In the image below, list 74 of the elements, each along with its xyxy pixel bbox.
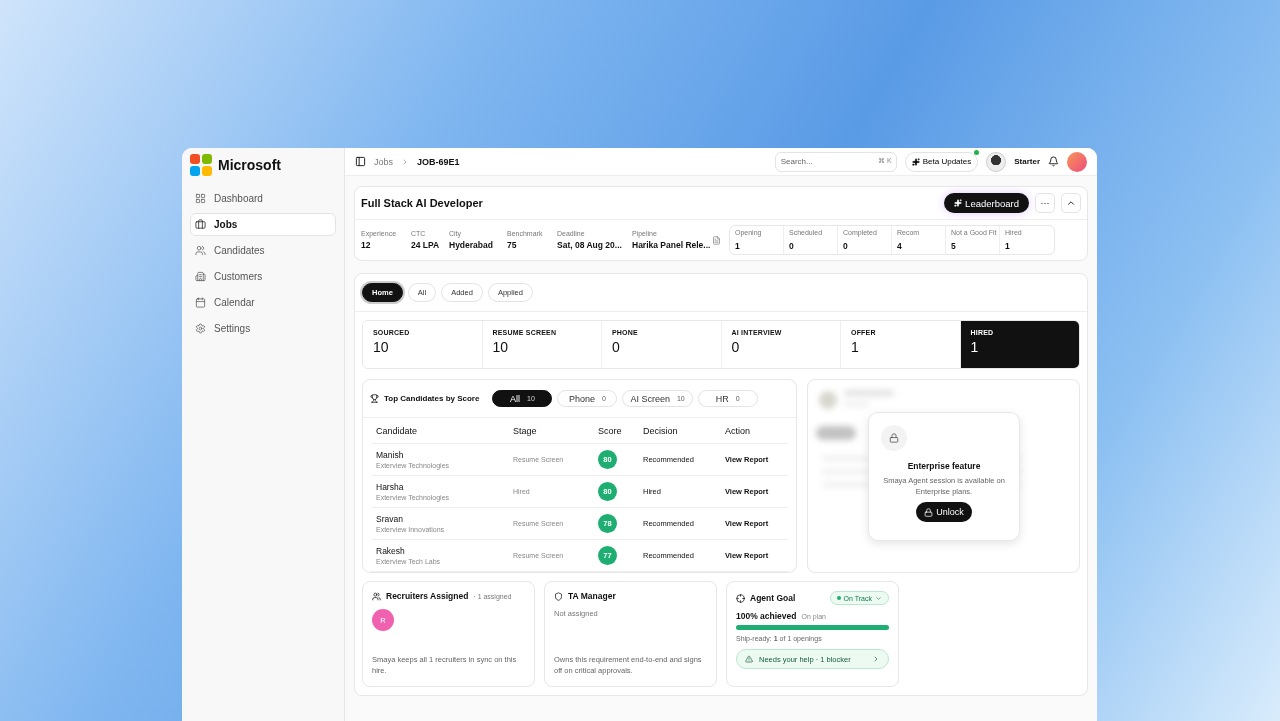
detail-value: Harika Panel Rele... bbox=[632, 240, 712, 250]
sidebar-item[interactable]: Candidates bbox=[190, 239, 336, 262]
lock-icon bbox=[924, 507, 934, 517]
sidebar-item[interactable]: Settings bbox=[190, 317, 336, 340]
warning-icon bbox=[745, 655, 753, 663]
leaderboard-button[interactable]: Leaderboard bbox=[944, 193, 1029, 213]
card-title: TA Manager bbox=[568, 591, 616, 601]
sidebar-item[interactable]: Customers bbox=[190, 265, 336, 288]
beta-updates-button[interactable]: Beta Updates bbox=[904, 151, 979, 172]
unlock-button[interactable]: Unlock bbox=[916, 502, 972, 522]
calendar-icon bbox=[195, 297, 206, 308]
column-header: Score bbox=[598, 425, 623, 436]
detail-value: Sat, 08 Aug 20... bbox=[557, 240, 623, 250]
sidebar-item[interactable]: Jobs bbox=[190, 213, 336, 236]
count-value: 1 bbox=[1005, 241, 1011, 251]
sidebar-toggle-icon bbox=[355, 156, 366, 167]
column-header: Candidate bbox=[376, 425, 419, 436]
detail-value: Hyderabad bbox=[449, 240, 494, 250]
candidate-name: Rakesh bbox=[376, 546, 406, 556]
sidebar-item[interactable]: Dashboard bbox=[190, 187, 336, 210]
card-title: Agent Goal bbox=[750, 593, 796, 603]
brand-name: Microsoft bbox=[218, 157, 281, 173]
bell-icon bbox=[1048, 156, 1059, 167]
building-icon bbox=[195, 271, 206, 282]
popup-title: Enterprise feature bbox=[907, 461, 981, 471]
achieved-text: 100% achieved bbox=[736, 611, 797, 621]
card-title: Top Candidates by Score bbox=[384, 394, 480, 403]
users-icon bbox=[372, 591, 381, 601]
chevron-right-icon bbox=[872, 655, 880, 663]
stage-count: 0 bbox=[731, 339, 741, 355]
users-icon bbox=[195, 245, 206, 256]
stage-count: 1 bbox=[970, 339, 980, 355]
plan-label: Starter bbox=[1014, 157, 1040, 166]
stage-count: 1 bbox=[851, 339, 860, 355]
stage-count: 10 bbox=[492, 339, 510, 355]
stage-count: 10 bbox=[373, 339, 390, 355]
candidate-name: Manish bbox=[376, 450, 405, 460]
detail-value: 24 LPA bbox=[411, 240, 441, 250]
column-header: Stage bbox=[513, 425, 538, 436]
sidebar-item[interactable]: Calendar bbox=[190, 291, 336, 314]
chevron-down-icon bbox=[875, 594, 882, 602]
collapse-button[interactable] bbox=[1061, 193, 1081, 213]
settings-icon bbox=[195, 323, 206, 334]
chevron-icon bbox=[401, 157, 409, 166]
crosshair-icon bbox=[736, 593, 745, 603]
lock-icon bbox=[881, 425, 907, 451]
chevron-up-icon bbox=[1066, 198, 1076, 208]
detail-value: 75 bbox=[507, 240, 518, 250]
user-avatar[interactable] bbox=[1067, 151, 1087, 172]
count-value: 1 bbox=[735, 241, 741, 251]
card-title: Recruiters Assigned bbox=[386, 591, 469, 601]
grid-icon bbox=[195, 193, 206, 204]
count-value: 0 bbox=[843, 241, 849, 251]
count-value: 5 bbox=[951, 241, 957, 251]
count-value: 0 bbox=[789, 241, 795, 251]
more-button[interactable]: ··· bbox=[1035, 193, 1055, 213]
sparkle-icon bbox=[954, 199, 963, 207]
logo-icon bbox=[190, 154, 212, 176]
shield-icon bbox=[554, 591, 563, 601]
column-header: Decision bbox=[643, 425, 679, 436]
breadcrumb-item[interactable]: JOB-69E1 bbox=[417, 156, 460, 167]
count-value: 4 bbox=[897, 241, 903, 251]
candidate-name: Harsha bbox=[376, 482, 405, 492]
trophy-icon bbox=[370, 394, 379, 403]
stage-count: 0 bbox=[612, 339, 621, 355]
detail-value: 12 bbox=[361, 240, 372, 250]
candidate-name: Sravan bbox=[376, 514, 404, 524]
briefcase-icon bbox=[195, 219, 206, 230]
breadcrumb-item[interactable]: Jobs bbox=[374, 156, 393, 167]
job-title: Full Stack AI Developer bbox=[361, 197, 484, 209]
avatar bbox=[986, 151, 1007, 172]
sparkle-icon bbox=[911, 157, 920, 166]
column-header: Action bbox=[725, 425, 751, 436]
document-icon bbox=[712, 235, 721, 245]
